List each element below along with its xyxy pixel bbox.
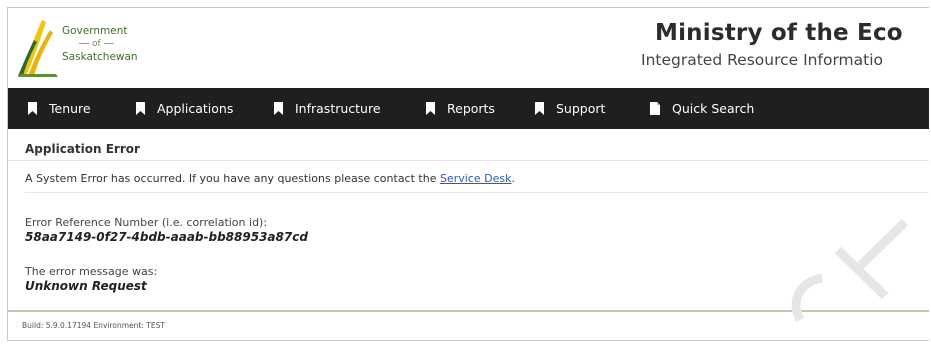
document-icon [650, 102, 660, 115]
bookmark-icon [535, 102, 544, 115]
logo-wordmark: Government of Saskatchewan [62, 25, 138, 64]
bookmark-icon [28, 102, 37, 115]
main-navigation: Tenure Applications Infrastructure Repor… [8, 88, 929, 129]
error-message-end: . [511, 172, 515, 185]
error-message: A System Error has occurred. If you have… [25, 172, 515, 185]
service-desk-link[interactable]: Service Desk [440, 172, 512, 185]
nav-label: Infrastructure [295, 101, 381, 116]
divider [8, 160, 929, 161]
ministry-title: Ministry of the Eco [655, 20, 903, 46]
nav-label: Tenure [49, 101, 91, 116]
page-frame: Government of Saskatchewan Ministry of t… [7, 7, 929, 341]
nav-item-support[interactable]: Support [535, 88, 605, 129]
nav-item-infrastructure[interactable]: Infrastructure [274, 88, 381, 129]
build-info: Build: 5.9.0.17194 Environment: TEST [22, 321, 165, 330]
logo-line-government: Government [62, 25, 128, 37]
reference-number-label: Error Reference Number (i.e. correlation… [25, 216, 268, 229]
divider [25, 192, 929, 193]
logo-line-of: of [62, 38, 138, 51]
nav-item-applications[interactable]: Applications [136, 88, 233, 129]
government-logo[interactable]: Government of Saskatchewan [18, 16, 168, 78]
nav-item-quick-search[interactable]: Quick Search [650, 88, 754, 129]
nav-label: Support [556, 101, 606, 116]
error-detail-value: Unknown Request [25, 279, 147, 293]
bookmark-icon [426, 102, 435, 115]
footer: Build: 5.9.0.17194 Environment: TEST [8, 310, 929, 340]
error-detail-label: The error message was: [25, 265, 158, 278]
nav-label: Reports [447, 101, 495, 116]
nav-label: Quick Search [672, 101, 755, 116]
nav-item-tenure[interactable]: Tenure [28, 88, 91, 129]
page-title: Application Error [25, 142, 140, 156]
nav-label: Applications [157, 101, 234, 116]
reference-number-value: 58aa7149-0f27-4bdb-aaab-bb88953a87cd [25, 230, 308, 244]
header: Government of Saskatchewan Ministry of t… [8, 8, 929, 83]
nav-item-reports[interactable]: Reports [426, 88, 495, 129]
logo-line-province: Saskatchewan [62, 51, 138, 63]
wheat-sheaf-icon [18, 20, 58, 77]
bookmark-icon [274, 102, 283, 115]
error-message-text: A System Error has occurred. If you have… [25, 172, 440, 185]
system-subtitle: Integrated Resource Informatio [641, 51, 884, 69]
bookmark-icon [136, 102, 145, 115]
